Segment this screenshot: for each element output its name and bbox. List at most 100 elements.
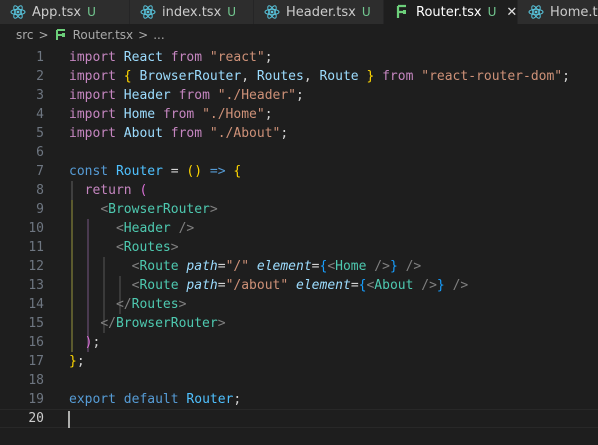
code-text: export default Router; — [69, 390, 241, 409]
code-line[interactable]: 9 <BrowserRouter> — [0, 200, 598, 219]
code-token: element — [256, 259, 312, 274]
code-text: <Header /> — [69, 219, 194, 238]
code-token: element — [296, 278, 351, 293]
code-token: < — [327, 259, 336, 274]
code-line[interactable]: 7 const Router = () => { — [0, 162, 598, 181]
code-text: import { BrowserRouter, Routes, Route } … — [69, 67, 570, 86]
code-token: = — [162, 164, 187, 179]
code-token: Route — [139, 259, 179, 274]
tab-label: Router.tsx — [416, 4, 482, 20]
code-line[interactable]: 10 <Header /> — [0, 219, 598, 238]
line-number: 15 — [28, 316, 44, 331]
line-number: 9 — [36, 202, 44, 217]
code-token: = — [311, 259, 320, 274]
code-token: ; — [264, 107, 273, 122]
breadcrumb-folder[interactable]: src — [16, 28, 34, 42]
tab-label: App.tsx — [32, 4, 82, 20]
code-line[interactable]: 4 import Home from "./Home"; — [0, 105, 598, 124]
code-token: ; — [92, 335, 101, 350]
code-token: Header — [123, 88, 171, 103]
breadcrumb-more[interactable]: ... — [153, 28, 164, 42]
code-token: = — [217, 259, 226, 274]
code-token: ; — [562, 69, 570, 84]
code-token: } — [69, 354, 77, 369]
code-token: => — [209, 164, 226, 179]
code-line[interactable]: 14 </Routes> — [0, 295, 598, 314]
code-token: ; — [280, 126, 289, 141]
code-token: "/" — [225, 259, 250, 274]
code-line[interactable]: 1 import React from "react"; — [0, 48, 598, 67]
line-number: 14 — [28, 297, 44, 312]
code-text: import About from "./About"; — [69, 124, 288, 143]
tab-router-tsx[interactable]: Router.tsx U ✕ — [384, 0, 518, 24]
code-line[interactable]: 13 <Route path="/about" element={<About … — [0, 276, 598, 295]
code-token: , — [303, 69, 312, 84]
code-token: Home — [123, 107, 156, 122]
code-line[interactable]: 11 <Routes> — [0, 238, 598, 257]
code-text: }; — [69, 352, 85, 371]
tab-home-tsx[interactable]: Home.tsx — [518, 0, 598, 24]
code-line[interactable]: 19 export default Router; — [0, 390, 598, 409]
code-token: "./About" — [209, 126, 281, 141]
code-text: ); — [69, 333, 101, 352]
code-token: import — [69, 107, 116, 122]
code-line[interactable]: 5 import About from "./About"; — [0, 124, 598, 143]
tab-label: index.tsx — [162, 4, 222, 20]
code-token: { — [233, 164, 242, 179]
code-line[interactable]: 20 — [0, 409, 598, 428]
code-token: Routes — [123, 240, 171, 255]
code-line[interactable]: 12 <Route path="/" element={<Home />} /> — [0, 257, 598, 276]
code-line[interactable]: 6 — [0, 143, 598, 162]
code-text: <Routes> — [69, 238, 179, 257]
code-token: ; — [233, 392, 242, 407]
code-text: <Route path="/" element={<Home />} /> — [69, 257, 422, 276]
code-text: import Header from "./Header"; — [69, 86, 304, 105]
code-text: import React from "react"; — [69, 48, 273, 67]
line-number: 17 — [28, 354, 44, 369]
code-line[interactable]: 16 ); — [0, 333, 598, 352]
code-line[interactable]: 15 </BrowserRouter> — [0, 314, 598, 333]
close-icon[interactable]: ✕ — [506, 5, 517, 20]
tab-label: Home.tsx — [550, 4, 598, 20]
code-token: < — [115, 221, 124, 236]
code-token: default — [123, 392, 179, 407]
code-editor[interactable]: 1 import React from "react"; 2 import { Bro… — [0, 46, 598, 445]
code-token: Router — [186, 392, 234, 407]
code-token: ; — [76, 354, 85, 369]
code-token: path — [186, 278, 218, 293]
code-token: "react-router-dom" — [421, 69, 563, 84]
code-token: = — [350, 278, 359, 293]
code-token: < — [100, 202, 109, 217]
line-number: 4 — [36, 107, 44, 122]
breadcrumb-file[interactable]: Router.tsx — [73, 28, 134, 42]
code-token: path — [186, 259, 218, 274]
code-line[interactable]: 8 return ( — [0, 181, 598, 200]
code-token: Route — [139, 278, 179, 293]
code-line[interactable]: 3 import Header from "./Header"; — [0, 86, 598, 105]
react-icon — [528, 4, 544, 20]
tab-app-tsx[interactable]: App.tsx U — [0, 0, 130, 24]
line-number: 16 — [28, 335, 44, 350]
tab-index-tsx[interactable]: index.tsx U — [130, 0, 254, 24]
code-line[interactable]: 2 import { BrowserRouter, Routes, Route }… — [0, 67, 598, 86]
code-line[interactable]: 17}; — [0, 352, 598, 371]
code-token: Routes — [256, 69, 304, 84]
code-line[interactable]: 18 — [0, 371, 598, 390]
tab-header-tsx[interactable]: Header.tsx U — [254, 0, 384, 24]
